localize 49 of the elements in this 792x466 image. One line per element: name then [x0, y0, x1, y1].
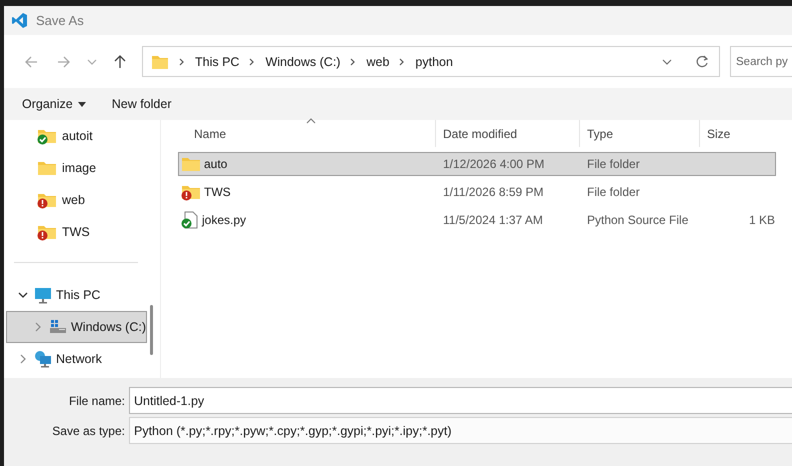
- address-bar[interactable]: This PC Windows (C:) web python: [142, 46, 720, 77]
- table-cell-text: 1 KB: [748, 213, 776, 227]
- quick-access-item[interactable]: autoit: [4, 120, 160, 152]
- file-row[interactable]: auto 1/12/2026 4:00 PM File folder: [178, 152, 776, 176]
- column-header[interactable]: Name: [178, 120, 435, 147]
- breadcrumb-item[interactable]: Windows (C:): [265, 54, 340, 68]
- chevron-right-icon: [350, 58, 356, 66]
- quick-access-item[interactable]: web: [4, 184, 160, 216]
- organize-menu-button[interactable]: Organize: [16, 93, 92, 115]
- nav-tree-item[interactable]: This PC: [4, 279, 160, 311]
- nav-tree-item[interactable]: Windows (C:): [6, 311, 147, 343]
- search-field[interactable]: Search py: [730, 46, 792, 77]
- folder-icon: [151, 54, 169, 70]
- file-row[interactable]: TWS 1/11/2026 8:59 PM File folder: [178, 180, 776, 204]
- column-header[interactable]: Type: [579, 120, 699, 147]
- file-row[interactable]: jokes.py 11/5/2024 1:37 AM Python Source File 1 KB: [178, 208, 776, 232]
- chevron-right-icon: [249, 58, 256, 66]
- file-name-field[interactable]: Untitled-1.py: [129, 387, 792, 414]
- network-icon: [34, 350, 52, 368]
- breadcrumb-item[interactable]: web: [366, 54, 390, 68]
- chevron-right-icon: [399, 58, 406, 66]
- breadcrumb-item[interactable]: This PC: [195, 54, 240, 68]
- column-header[interactable]: Size: [699, 120, 779, 147]
- dropdown-chevron-icon[interactable]: [661, 56, 673, 66]
- table-cell-text: File folder: [586, 157, 641, 171]
- quick-access-item[interactable]: image: [4, 152, 160, 184]
- monitor-icon: [34, 286, 52, 304]
- file-name: TWS: [204, 185, 231, 199]
- nav-tree-item[interactable]: Network: [4, 343, 160, 375]
- field-label: File name:: [68, 394, 125, 408]
- new-folder-button[interactable]: New folder: [106, 93, 178, 115]
- column-header[interactable]: Date modified: [435, 120, 579, 147]
- table-cell-text: 1/12/2026 4:00 PM: [442, 157, 546, 171]
- chevron-right-icon: [179, 58, 185, 66]
- table-cell-text: 1/11/2026 8:59 PM: [442, 185, 545, 199]
- file-name: auto: [204, 157, 228, 171]
- table-cell-text: File folder: [586, 185, 641, 199]
- scrollbar-thumb[interactable]: [150, 305, 153, 355]
- table-cell-text: 11/5/2024 1:37 AM: [442, 213, 544, 227]
- file-name: jokes.py: [202, 213, 246, 227]
- refresh-icon[interactable]: [695, 54, 709, 68]
- field-label: Save as type:: [51, 424, 125, 438]
- breadcrumb-item[interactable]: python: [415, 54, 453, 68]
- drive-icon: [49, 319, 67, 335]
- app-logo-icon: [11, 12, 28, 29]
- file-type-dropdown[interactable]: Python (*.py;*.rpy;*.pyw;*.cpy;*.gyp;*.gypi;*.pyi;*.ipy;*.pyt): [129, 417, 792, 444]
- dialog-title: Save As: [36, 13, 84, 28]
- quick-access-item[interactable]: TWS: [4, 216, 160, 248]
- table-cell-text: Python Source File: [586, 213, 690, 227]
